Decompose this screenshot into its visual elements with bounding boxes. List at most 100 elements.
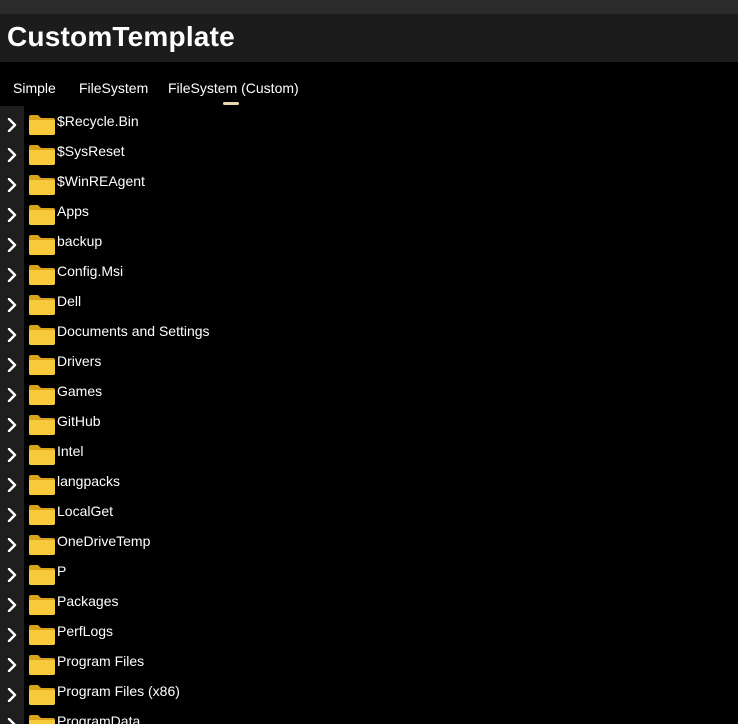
tree-item[interactable]: Games [0,376,738,406]
expand-chevron-button[interactable] [0,646,24,676]
expand-chevron-button[interactable] [0,256,24,286]
chevron-right-icon [7,358,17,372]
folder-icon [28,114,56,136]
chevron-right-icon [7,178,17,192]
expand-chevron-button[interactable] [0,466,24,496]
tree-item[interactable]: Documents and Settings [0,316,738,346]
folder-icon [28,624,56,646]
expand-chevron-button[interactable] [0,196,24,226]
expand-chevron-button[interactable] [0,106,24,136]
chevron-right-icon [7,328,17,342]
tree-item-label: P [57,563,67,579]
folder-icon [28,204,56,226]
expand-chevron-button[interactable] [0,166,24,196]
tree-item-label: PerfLogs [57,623,114,639]
tree-item-label: Documents and Settings [57,323,210,339]
tab-filesystem-custom[interactable]: FileSystem (Custom) [168,79,299,97]
window-top-strip [0,0,738,14]
tree-item[interactable]: Packages [0,586,738,616]
chevron-right-icon [7,418,17,432]
tree-item-label: Dell [57,293,82,309]
tab-simple[interactable]: Simple [13,79,56,97]
tree-item-label: OneDriveTemp [57,533,151,549]
tree-item[interactable]: $SysReset [0,136,738,166]
tree-item-label: $WinREAgent [57,173,145,189]
chevron-right-icon [7,478,17,492]
folder-icon [28,264,56,286]
tree-item-label: Drivers [57,353,102,369]
expand-chevron-button[interactable] [0,136,24,166]
tree-item-label: LocalGet [57,503,114,519]
folder-icon [28,714,56,724]
tab-filesystem[interactable]: FileSystem [79,79,148,97]
expand-chevron-button[interactable] [0,616,24,646]
tree-item-label: $SysReset [57,143,125,159]
tree-item-label: Intel [57,443,84,459]
tree-item[interactable]: Intel [0,436,738,466]
tree-item-label: langpacks [57,473,121,489]
chevron-right-icon [7,538,17,552]
expand-chevron-button[interactable] [0,586,24,616]
folder-icon [28,564,56,586]
expand-chevron-button[interactable] [0,526,24,556]
selected-tab-indicator [223,102,239,105]
expand-chevron-button[interactable] [0,346,24,376]
expand-chevron-button[interactable] [0,496,24,526]
page-title: CustomTemplate [7,21,235,52]
chevron-right-icon [7,238,17,252]
tree-item[interactable]: langpacks [0,466,738,496]
folder-icon [28,324,56,346]
folder-icon [28,594,56,616]
tree-item[interactable]: Drivers [0,346,738,376]
folder-icon [28,294,56,316]
expand-chevron-button[interactable] [0,226,24,256]
expand-chevron-button[interactable] [0,286,24,316]
tree-item[interactable]: P [0,556,738,586]
tree-item[interactable]: Apps [0,196,738,226]
tree-item[interactable]: PerfLogs [0,616,738,646]
chevron-right-icon [7,688,17,702]
tree-item[interactable]: OneDriveTemp [0,526,738,556]
expand-chevron-button[interactable] [0,316,24,346]
expand-chevron-button[interactable] [0,406,24,436]
tree-item[interactable]: GitHub [0,406,738,436]
tree-item[interactable]: Dell [0,286,738,316]
tree-item[interactable]: LocalGet [0,496,738,526]
tree-item-label: Config.Msi [57,263,124,279]
tab-bar: Simple FileSystem FileSystem (Custom) [0,62,738,108]
tree-item-label: Packages [57,593,119,609]
tree-item-label: GitHub [57,413,101,429]
folder-tree: $Recycle.Bin $SysReset $WinREAgent Apps back… [0,106,738,724]
folder-icon [28,144,56,166]
tree-item[interactable]: Program Files [0,646,738,676]
folder-icon [28,354,56,376]
folder-icon [28,234,56,256]
tree-item[interactable]: ProgramData [0,706,738,724]
chevron-right-icon [7,388,17,402]
tree-item[interactable]: Config.Msi [0,256,738,286]
folder-icon [28,414,56,436]
chevron-right-icon [7,508,17,522]
expand-chevron-button[interactable] [0,556,24,586]
expand-chevron-button[interactable] [0,376,24,406]
folder-icon [28,534,56,556]
tree-item-label: Games [57,383,103,399]
tree-item-label: backup [57,233,103,249]
chevron-right-icon [7,448,17,462]
expand-chevron-button[interactable] [0,676,24,706]
chevron-right-icon [7,598,17,612]
tree-item[interactable]: $WinREAgent [0,166,738,196]
expand-chevron-button[interactable] [0,706,24,724]
folder-icon [28,504,56,526]
folder-icon [28,384,56,406]
title-bar: CustomTemplate [0,14,738,62]
folder-icon [28,684,56,706]
tree-item[interactable]: Program Files (x86) [0,676,738,706]
folder-icon [28,654,56,676]
expand-chevron-button[interactable] [0,436,24,466]
tree-item-label: Program Files [57,653,145,669]
tree-item[interactable]: backup [0,226,738,256]
chevron-right-icon [7,718,16,724]
tree-item[interactable]: $Recycle.Bin [0,106,738,136]
chevron-right-icon [7,628,17,642]
